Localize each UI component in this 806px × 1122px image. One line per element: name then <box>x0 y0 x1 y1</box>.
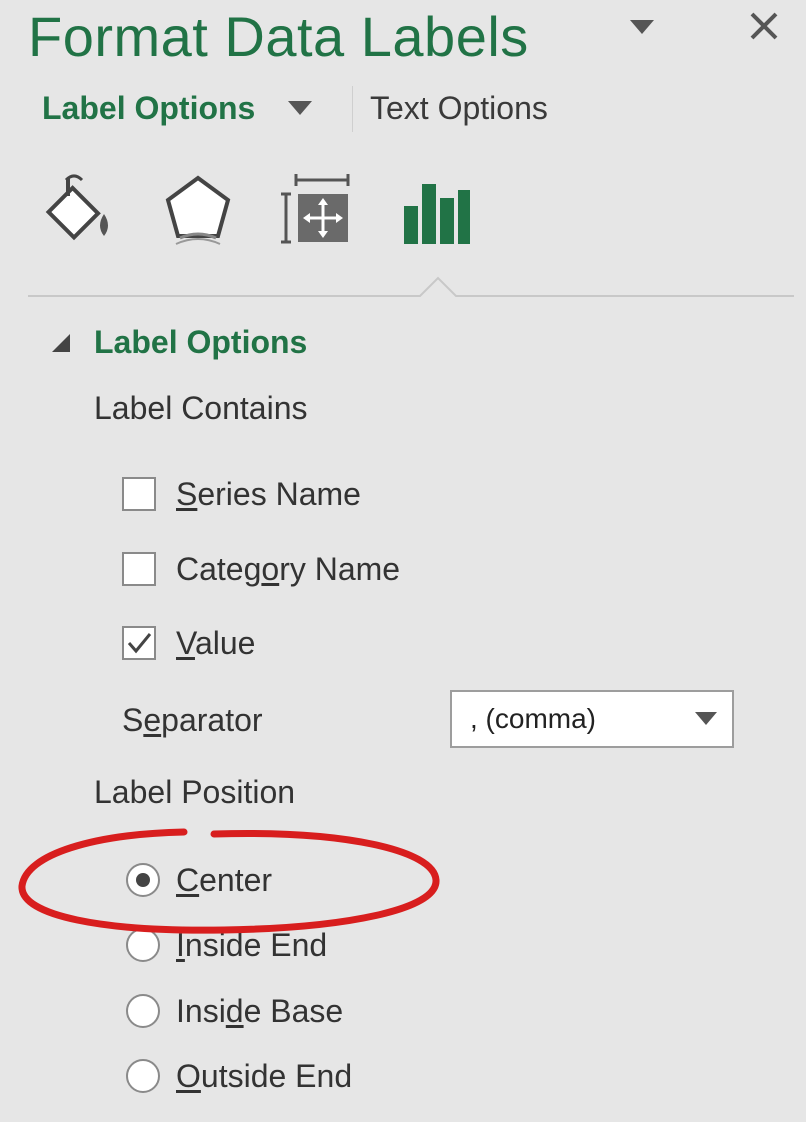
value-checkbox[interactable] <box>122 626 156 660</box>
close-button[interactable] <box>740 6 788 46</box>
bar-chart-icon <box>404 184 470 244</box>
position-inside-end-radio-row[interactable]: Inside End <box>126 921 327 969</box>
chevron-down-icon <box>288 101 312 115</box>
category-name-checkbox[interactable] <box>122 552 156 586</box>
position-inside-base-radio-row[interactable]: Inside Base <box>126 987 343 1035</box>
tab-text-options[interactable]: Text Options <box>370 90 548 127</box>
size-properties-icon <box>281 174 350 244</box>
close-icon <box>750 12 778 40</box>
position-inside-base-label: Inside Base <box>176 992 344 1029</box>
category-name-label: Category Name <box>176 550 401 587</box>
radio-selected-dot <box>136 873 150 887</box>
separator-label: Separator <box>122 702 263 738</box>
pane-options-button[interactable] <box>622 14 662 40</box>
label-contains-heading: Label Contains <box>94 390 308 426</box>
position-center-label: Center <box>176 861 273 898</box>
checkmark-icon <box>127 633 152 654</box>
series-name-label: Series Name <box>176 475 361 512</box>
label-options-dropdown[interactable] <box>284 96 316 120</box>
position-outside-end-label: Outside End <box>176 1057 353 1094</box>
position-inside-base-radio[interactable] <box>126 994 160 1028</box>
triangle-down-icon <box>630 20 654 34</box>
position-center-radio[interactable] <box>126 863 160 897</box>
pane-title: Format Data Labels <box>28 5 529 68</box>
position-inside-end-label: Inside End <box>176 926 328 963</box>
chevron-down-icon <box>695 712 717 725</box>
category-divider <box>28 276 794 297</box>
tab-divider <box>352 86 353 132</box>
series-name-checkbox-row[interactable]: Series Name <box>122 470 361 518</box>
effects-icon <box>165 175 231 245</box>
series-name-checkbox[interactable] <box>122 477 156 511</box>
position-outside-end-radio[interactable] <box>126 1059 160 1093</box>
position-outside-end-radio-row[interactable]: Outside End <box>126 1052 352 1100</box>
value-label: Value <box>176 624 256 661</box>
position-center-radio-row[interactable]: Center <box>126 856 272 904</box>
value-checkbox-row[interactable]: Value <box>122 619 255 667</box>
position-inside-end-radio[interactable] <box>126 928 160 962</box>
size-properties-button[interactable] <box>278 168 358 252</box>
fill-line-icon <box>45 174 108 241</box>
label-options-category-button[interactable] <box>396 168 476 252</box>
effects-button[interactable] <box>158 168 238 252</box>
section-title-label-options[interactable]: Label Options <box>94 324 307 361</box>
category-name-checkbox-row[interactable]: Category Name <box>122 545 400 593</box>
separator-select-value: , (comma) <box>470 703 596 734</box>
separator-select[interactable]: , (comma) <box>450 690 734 748</box>
fill-line-button[interactable] <box>38 168 118 252</box>
tab-label-options[interactable]: Label Options <box>42 90 255 127</box>
collapse-triangle-icon[interactable] <box>50 332 72 354</box>
label-position-heading: Label Position <box>94 774 296 810</box>
